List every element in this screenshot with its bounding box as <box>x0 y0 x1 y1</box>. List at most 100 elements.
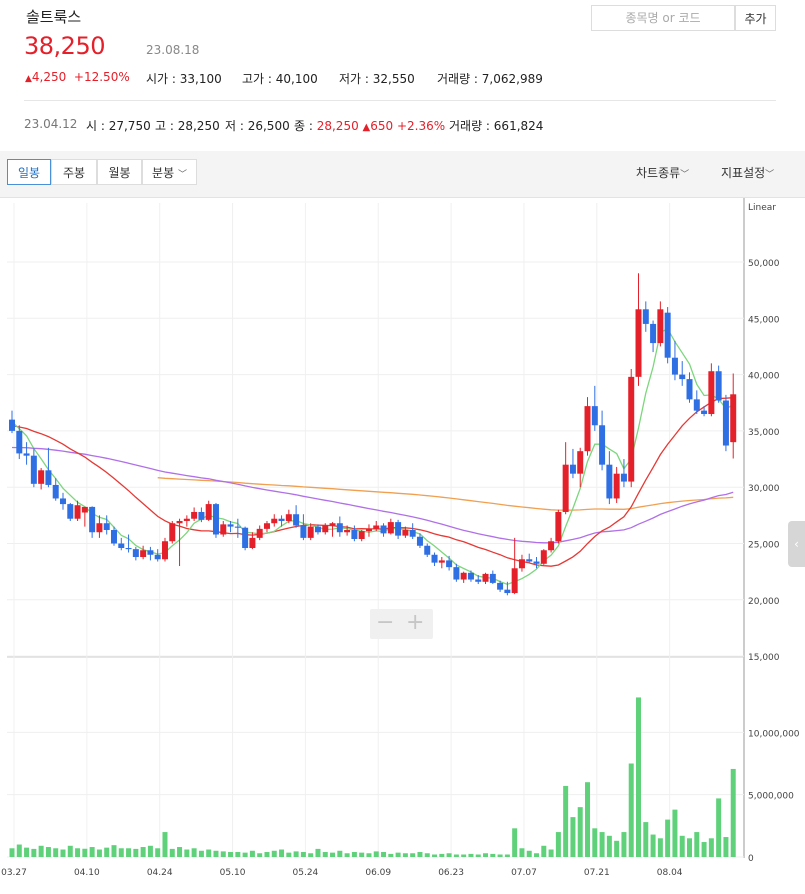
tab-minute-label: 분봉 <box>152 166 175 180</box>
candle-body <box>249 537 256 549</box>
price-date: 23.08.18 <box>146 43 200 57</box>
candle-body <box>67 504 74 519</box>
candle-body <box>671 357 678 375</box>
candle-body <box>686 379 693 400</box>
candle-body <box>628 376 635 482</box>
price-tick-label: 20,000 <box>748 597 780 607</box>
volume-bar <box>512 828 518 857</box>
hover-high-value: 28,250 <box>177 119 220 133</box>
candle-body <box>365 528 372 532</box>
candle-body <box>635 309 642 377</box>
volume-bar <box>497 854 503 857</box>
candle-body <box>380 525 387 534</box>
candle-body <box>198 511 205 520</box>
candle-body <box>96 523 103 533</box>
indicator-menu[interactable]: 지표설정﹀ <box>721 164 774 181</box>
volume-bar <box>126 848 132 857</box>
volume-bar <box>373 851 379 857</box>
chevron-down-icon: ﹀ <box>680 170 690 180</box>
candle-body <box>453 567 460 580</box>
volume-tick-label: 5,000,000 <box>748 792 794 802</box>
volume-bar <box>293 851 299 857</box>
tab-minute[interactable]: 분봉 ﹀ <box>142 159 197 185</box>
search-input[interactable] <box>591 5 735 31</box>
volume-bar <box>723 837 729 857</box>
volume-bar <box>366 853 372 857</box>
tab-daily[interactable]: 일봉 <box>7 159 51 185</box>
volume-label: 거래량 : <box>437 72 482 86</box>
high-label: 고가 : <box>242 72 276 86</box>
candle-body <box>234 526 241 528</box>
hover-high: 고 : 28,250 <box>155 117 220 134</box>
candle-body <box>351 529 358 539</box>
volume-bar <box>453 854 459 857</box>
stock-chart[interactable]: 50,000 45,000 40,000 35,000 30,000 25,000 20,0… <box>0 198 805 894</box>
x-tick-label: 04.24 <box>147 868 173 878</box>
x-tick-label: 08.04 <box>657 868 683 878</box>
volume-bar <box>395 852 401 857</box>
candle-body <box>285 514 292 521</box>
volume-bar <box>264 852 270 857</box>
volume-bar <box>439 853 445 857</box>
volume-bar <box>24 847 30 857</box>
hover-close-label: 종 : <box>294 119 317 133</box>
stock-name: 솔트룩스 <box>26 8 82 26</box>
candle-body <box>176 520 183 524</box>
x-tick-label: 04.10 <box>74 868 100 878</box>
price-tick-label: 35,000 <box>748 428 780 438</box>
volume-bar <box>330 852 336 857</box>
zoom-in-icon[interactable]: + <box>406 611 424 635</box>
volume-bar <box>213 850 219 857</box>
candle-body <box>650 323 657 344</box>
volume-bar <box>548 849 554 857</box>
candle-body <box>293 514 300 526</box>
zoom-out-icon[interactable]: − <box>376 611 394 635</box>
open-value: 33,100 <box>179 72 222 86</box>
candle-body <box>387 522 394 534</box>
volume-bar <box>679 835 685 857</box>
side-panel-toggle[interactable]: ‹ <box>788 521 805 567</box>
low-price: 저가 : 32,550 <box>339 70 415 87</box>
candle-body <box>715 371 722 401</box>
candle-body <box>263 523 270 529</box>
volume-bar <box>657 838 663 857</box>
volume-bar <box>206 849 212 857</box>
volume-value: 7,062,989 <box>481 72 543 86</box>
candle-body <box>504 589 511 594</box>
volume-bar <box>417 852 423 857</box>
candle-body <box>30 455 37 484</box>
volume-tick-label: 0 <box>748 854 754 864</box>
volume-bar <box>16 844 22 857</box>
volume-bar <box>220 851 226 857</box>
current-price: 38,250 <box>24 32 105 60</box>
candle-body <box>540 550 547 564</box>
candle-body <box>730 394 737 443</box>
tab-weekly[interactable]: 주봉 <box>51 159 97 185</box>
volume-bar <box>235 852 241 857</box>
price-tick-label: 40,000 <box>748 372 780 382</box>
candle-body <box>125 548 132 550</box>
volume-bar <box>402 853 408 857</box>
candle-body <box>701 410 708 415</box>
tab-monthly[interactable]: 월봉 <box>97 159 142 185</box>
x-tick-label: 06.09 <box>365 868 391 878</box>
volume-bar <box>337 850 343 857</box>
candle-body <box>74 505 81 519</box>
hover-open: 시 : 27,750 <box>86 117 151 134</box>
candle-body <box>460 572 467 580</box>
volume-bar <box>490 853 496 857</box>
chart-type-menu[interactable]: 차트종류﹀ <box>636 164 689 181</box>
candle-body <box>533 561 540 564</box>
volume-bar <box>563 785 569 857</box>
chevron-down-icon: ﹀ <box>177 170 187 180</box>
volume-bar <box>359 852 365 857</box>
candle-body <box>569 464 576 474</box>
price-tick-label: 45,000 <box>748 315 780 325</box>
candle-body <box>140 550 147 558</box>
volume-bar <box>45 847 51 857</box>
indicator-label: 지표설정 <box>721 166 766 180</box>
volume-bar <box>322 852 328 857</box>
volume-bar <box>643 822 649 857</box>
add-button[interactable]: 추가 <box>735 5 776 31</box>
volume-bar <box>716 798 722 857</box>
